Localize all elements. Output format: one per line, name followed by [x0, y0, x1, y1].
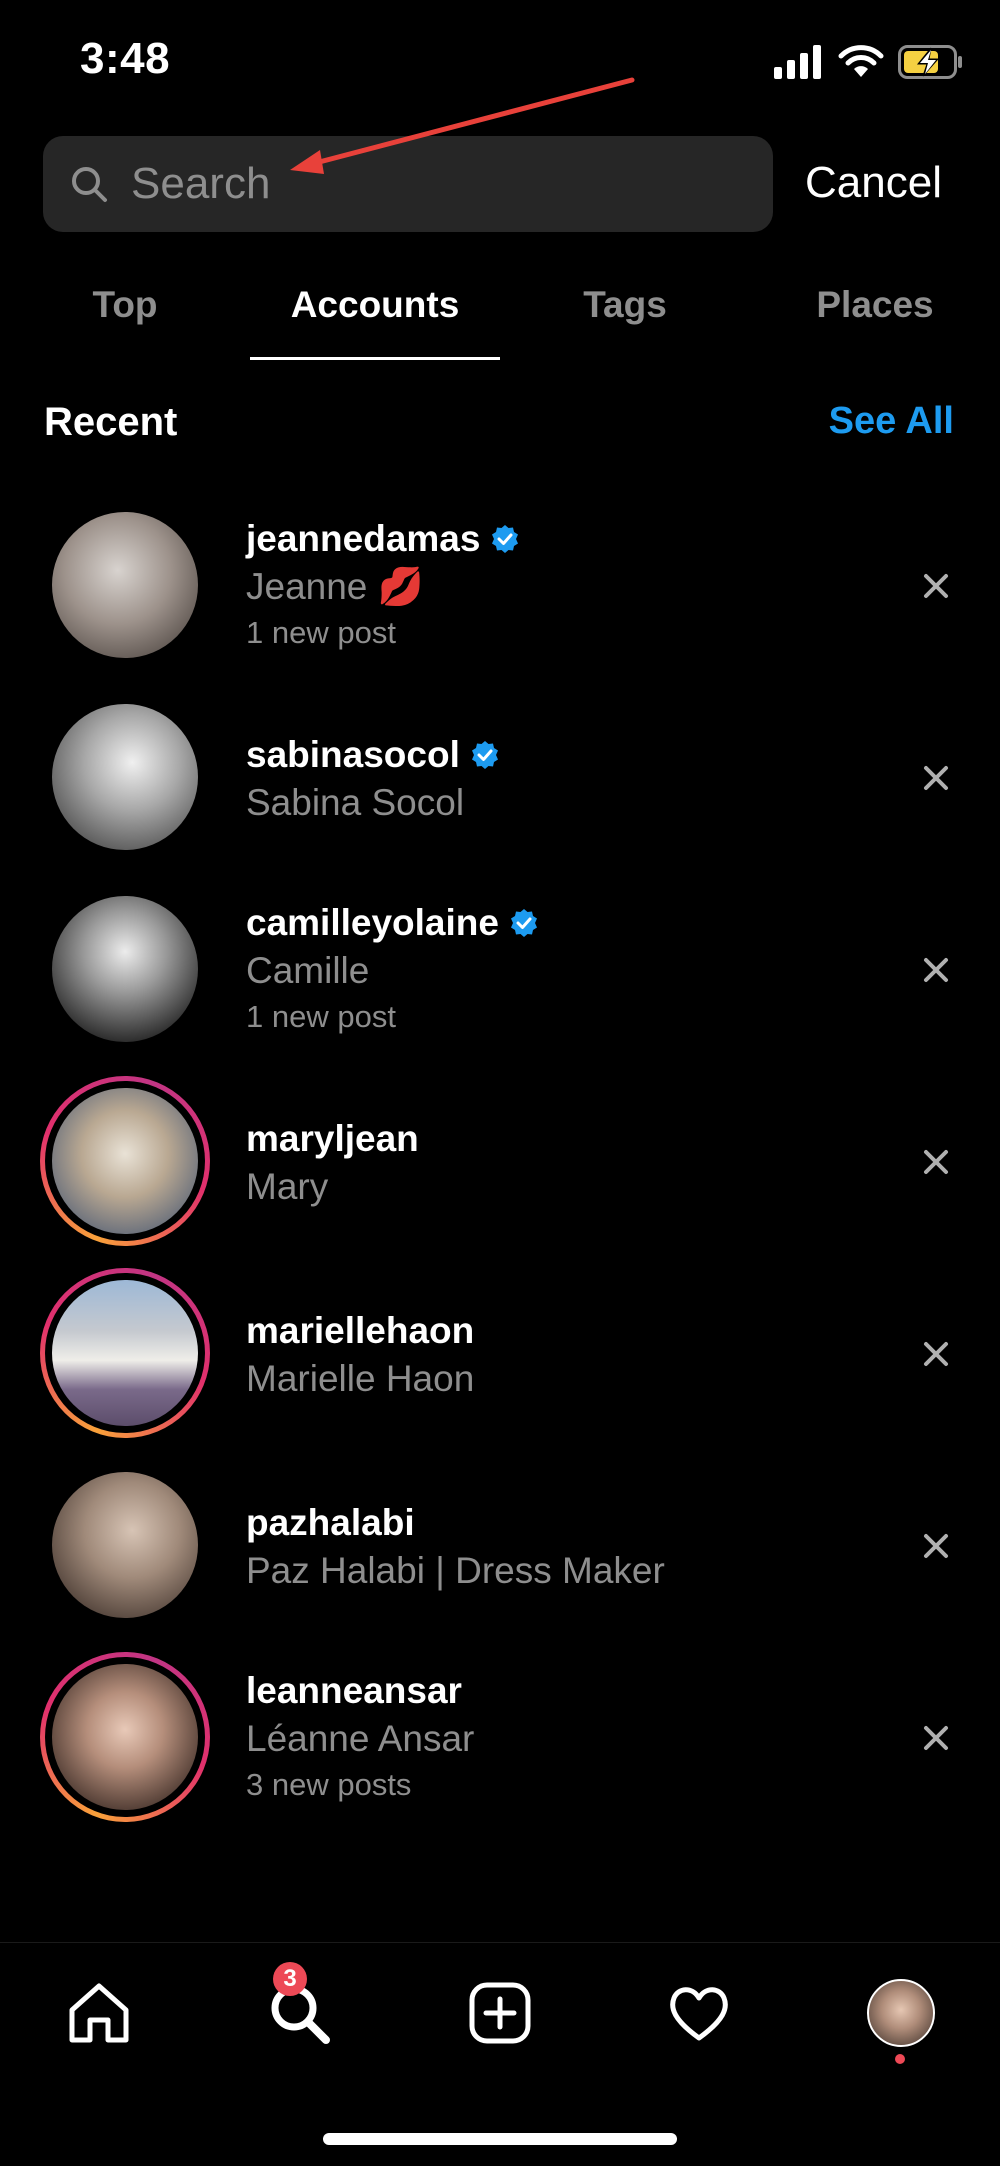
username: jeannedamas	[246, 518, 520, 560]
tab-top[interactable]: Top	[0, 284, 250, 326]
avatar[interactable]	[40, 884, 210, 1054]
recent-account-row[interactable]: leanneansar Léanne Ansar 3 new posts	[0, 1652, 1000, 1832]
status-icons	[774, 42, 964, 82]
wifi-icon	[838, 45, 884, 77]
active-tab-indicator	[250, 357, 500, 360]
tab-tags[interactable]: Tags	[500, 284, 750, 326]
username: mariellehaon	[246, 1310, 475, 1351]
recent-account-row[interactable]: maryljean Mary	[0, 1076, 1000, 1256]
notification-badge: 3	[273, 1962, 307, 1996]
verified-badge-icon	[471, 741, 498, 769]
recent-account-row[interactable]: jeannedamas Jeanne 💋 1 new post	[0, 500, 1000, 680]
profile-avatar[interactable]	[867, 1979, 935, 2047]
recent-account-row[interactable]: camilleyolaine Camille 1 new post	[0, 884, 1000, 1064]
avatar-story-ring[interactable]	[40, 1268, 210, 1438]
search-tabs: Top Accounts Tags Places	[0, 270, 1000, 360]
search-icon	[72, 167, 107, 202]
verified-badge-icon	[492, 525, 519, 553]
tab-accounts[interactable]: Accounts	[250, 284, 500, 326]
see-all-link[interactable]: See All	[829, 400, 954, 443]
profile-notification-dot	[895, 2054, 905, 2064]
username: sabinasocol	[246, 734, 500, 776]
home-icon[interactable]	[66, 1980, 132, 2046]
remove-recent-icon[interactable]	[918, 1528, 954, 1564]
battery-charging-icon	[898, 45, 962, 79]
remove-recent-icon[interactable]	[918, 1144, 954, 1180]
full-name: Jeanne 💋	[246, 566, 424, 607]
new-post-count: 1 new post	[246, 615, 396, 650]
username: camilleyolaine	[246, 902, 539, 944]
full-name: Camille	[246, 950, 370, 991]
username: leanneansar	[246, 1670, 462, 1711]
avatar[interactable]	[40, 500, 210, 670]
full-name: Marielle Haon	[246, 1358, 475, 1399]
remove-recent-icon[interactable]	[918, 1336, 954, 1372]
create-post-icon[interactable]	[467, 1980, 533, 2046]
avatar-story-ring[interactable]	[40, 1076, 210, 1246]
remove-recent-icon[interactable]	[918, 760, 954, 796]
verified-badge-icon	[510, 909, 537, 937]
full-name: Léanne Ansar	[246, 1718, 475, 1759]
full-name: Sabina Socol	[246, 782, 465, 823]
avatar-story-ring[interactable]	[40, 1652, 210, 1822]
remove-recent-icon[interactable]	[918, 952, 954, 988]
recent-account-row[interactable]: pazhalabi Paz Halabi | Dress Maker	[0, 1460, 1000, 1640]
status-time: 3:48	[80, 34, 171, 83]
username: pazhalabi	[246, 1502, 415, 1543]
full-name: Paz Halabi | Dress Maker	[246, 1550, 665, 1591]
home-indicator	[323, 2133, 677, 2145]
cancel-button[interactable]: Cancel	[805, 158, 942, 208]
username: maryljean	[246, 1118, 419, 1159]
remove-recent-icon[interactable]	[918, 568, 954, 604]
full-name: Mary	[246, 1166, 329, 1207]
recent-heading: Recent	[44, 400, 178, 444]
new-post-count: 1 new post	[246, 999, 396, 1034]
avatar[interactable]	[40, 692, 210, 862]
cellular-signal-icon	[774, 45, 821, 79]
annotation-arrow	[290, 77, 635, 174]
recent-account-row[interactable]: mariellehaon Marielle Haon	[0, 1268, 1000, 1448]
remove-recent-icon[interactable]	[918, 1720, 954, 1756]
new-post-count: 3 new posts	[246, 1767, 412, 1802]
avatar[interactable]	[40, 1460, 210, 1630]
recent-account-row[interactable]: sabinasocol Sabina Socol	[0, 692, 1000, 872]
activity-heart-icon[interactable]	[666, 1980, 732, 2046]
tab-places[interactable]: Places	[750, 284, 1000, 326]
